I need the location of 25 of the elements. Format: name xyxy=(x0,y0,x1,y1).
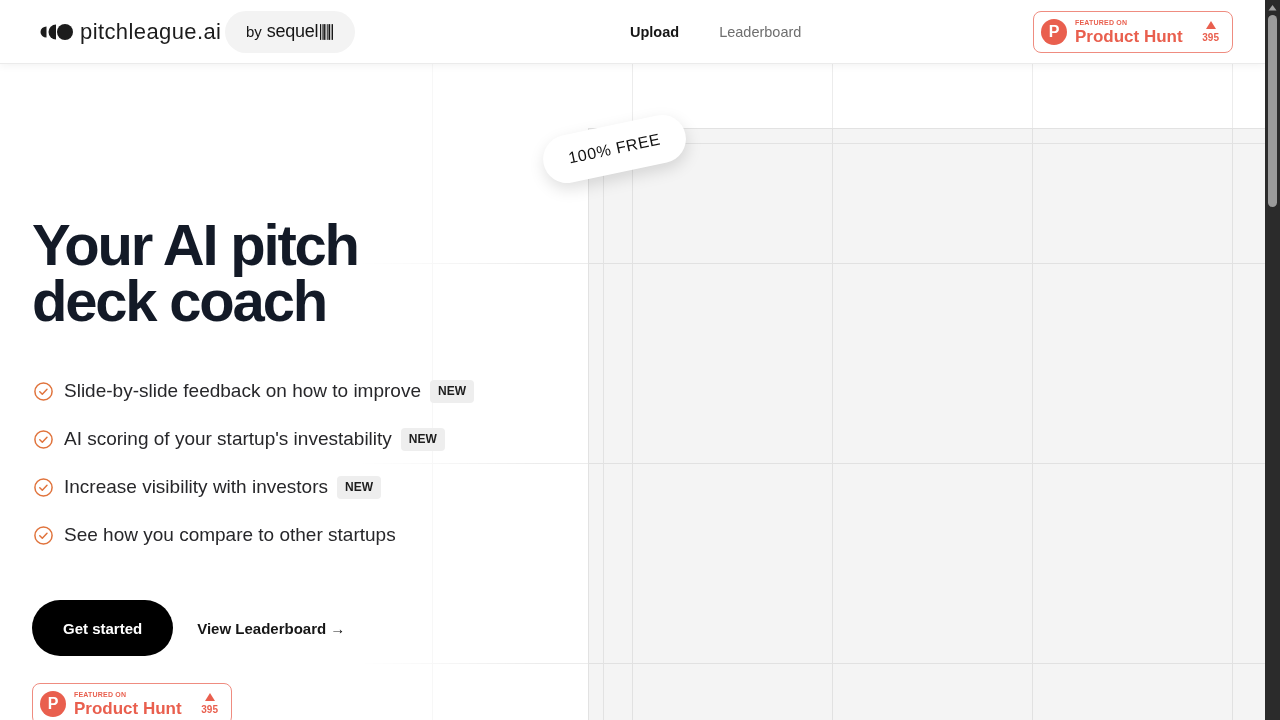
barcode-icon xyxy=(320,23,334,40)
upvote-triangle-icon xyxy=(204,693,215,701)
feature-text: See how you compare to other startups xyxy=(64,524,396,546)
new-badge: NEW xyxy=(400,427,445,451)
leaderboard-link[interactable]: View Leaderboard → xyxy=(197,619,346,637)
upvote-triangle-icon xyxy=(1205,20,1216,29)
feature-text: Increase visibility with investors xyxy=(64,476,328,498)
scrollbar[interactable] xyxy=(1265,0,1280,720)
check-circle-icon xyxy=(34,477,53,497)
product-hunt-logo: P xyxy=(40,691,66,717)
nav-link[interactable]: Upload xyxy=(630,23,680,40)
check-circle-icon xyxy=(34,381,53,401)
partner-pill[interactable]: by sequel xyxy=(225,10,355,53)
nav-link[interactable]: Leaderboard xyxy=(719,23,802,40)
brand-logo-link[interactable]: pitchleague.ai xyxy=(40,18,225,45)
new-badge: NEW xyxy=(337,475,381,499)
product-hunt-logo: P xyxy=(1041,18,1067,45)
new-badge: NEW xyxy=(429,379,474,403)
check-circle-icon xyxy=(34,525,53,545)
feature-text: AI scoring of your startup's investability xyxy=(64,428,392,450)
feature-text: Slide-by-slide feedback on how to improve xyxy=(64,380,421,402)
check-circle-icon xyxy=(34,429,53,449)
get-started-button[interactable]: Get started xyxy=(32,600,174,656)
hero-title: Your AI pitch deck coach xyxy=(32,217,359,329)
logo-icon xyxy=(40,23,73,40)
